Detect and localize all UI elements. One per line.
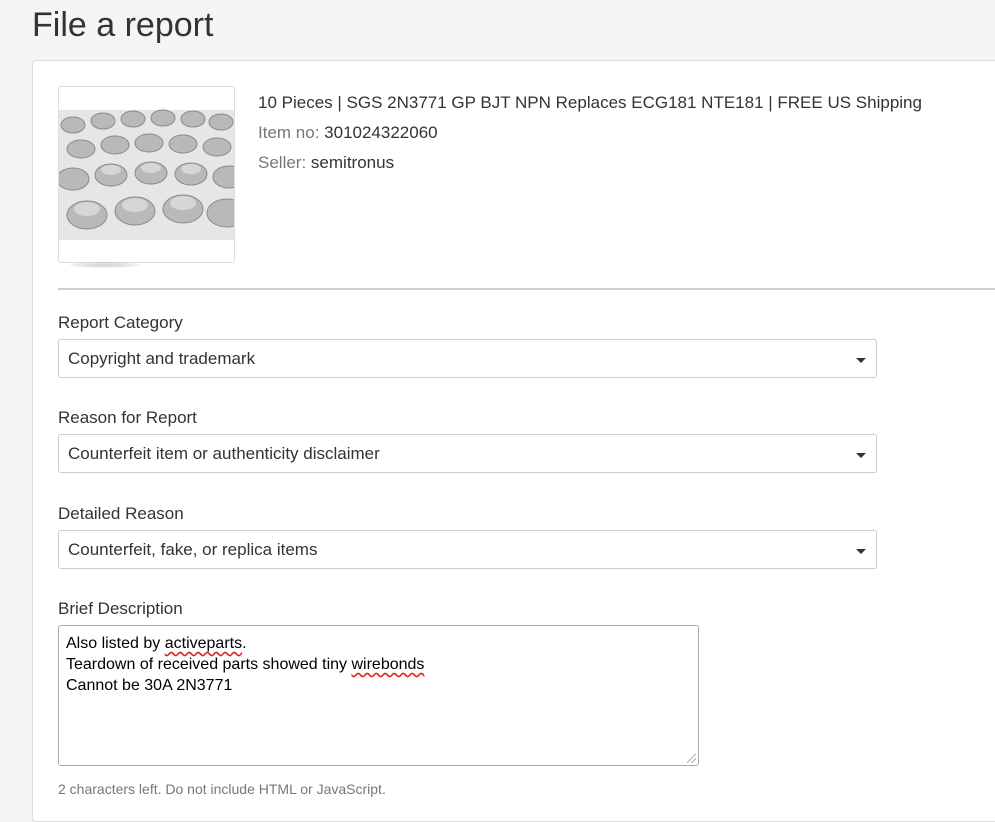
seller-row: Seller: semitronus xyxy=(258,148,922,178)
item-number-label: Item no: xyxy=(258,123,320,142)
seller-name[interactable]: semitronus xyxy=(311,153,394,172)
reason-value: Counterfeit item or authenticity disclai… xyxy=(68,444,380,463)
misspelled-word: wirebonds xyxy=(351,656,425,673)
brief-description-textarea[interactable]: Also listed by activeparts. Teardown of … xyxy=(58,625,699,766)
reason-select[interactable]: Counterfeit item or authenticity disclai… xyxy=(58,434,877,473)
thumbnail-shadow xyxy=(70,262,140,268)
report-category-value: Copyright and trademark xyxy=(68,349,256,368)
item-number-row: Item no: 301024322060 xyxy=(258,118,922,148)
description-text: Teardown of received parts showed tiny xyxy=(66,656,352,673)
section-divider xyxy=(58,288,995,290)
item-title[interactable]: 10 Pieces | SGS 2N3771 GP BJT NPN Replac… xyxy=(258,88,922,118)
report-category-label: Report Category xyxy=(58,313,183,332)
brief-description-label: Brief Description xyxy=(58,599,183,618)
detailed-reason-value: Counterfeit, fake, or replica items xyxy=(68,540,318,559)
seller-label: Seller: xyxy=(258,153,307,172)
description-line: Cannot be 30A 2N3771 xyxy=(66,677,233,694)
item-info: 10 Pieces | SGS 2N3771 GP BJT NPN Replac… xyxy=(258,88,922,178)
detailed-reason-label: Detailed Reason xyxy=(58,504,184,523)
chevron-down-icon xyxy=(856,549,866,554)
description-line: Teardown of received parts showed tiny w… xyxy=(66,654,691,675)
item-number-value: 301024322060 xyxy=(324,123,438,142)
description-line: Also listed by activeparts. xyxy=(66,633,691,654)
chevron-down-icon xyxy=(856,358,866,363)
detailed-reason-select[interactable]: Counterfeit, fake, or replica items xyxy=(58,530,877,569)
character-count-help: 2 characters left. Do not include HTML o… xyxy=(58,781,386,797)
item-thumbnail[interactable] xyxy=(58,86,235,263)
description-text: . xyxy=(242,635,247,652)
resize-grip-icon[interactable] xyxy=(687,754,696,763)
reason-label: Reason for Report xyxy=(58,408,197,427)
description-text: Also listed by xyxy=(66,635,165,652)
item-photo xyxy=(59,87,234,262)
chevron-down-icon xyxy=(856,453,866,458)
report-category-select[interactable]: Copyright and trademark xyxy=(58,339,877,378)
page-title: File a report xyxy=(32,6,214,44)
misspelled-word: activeparts xyxy=(164,635,243,652)
